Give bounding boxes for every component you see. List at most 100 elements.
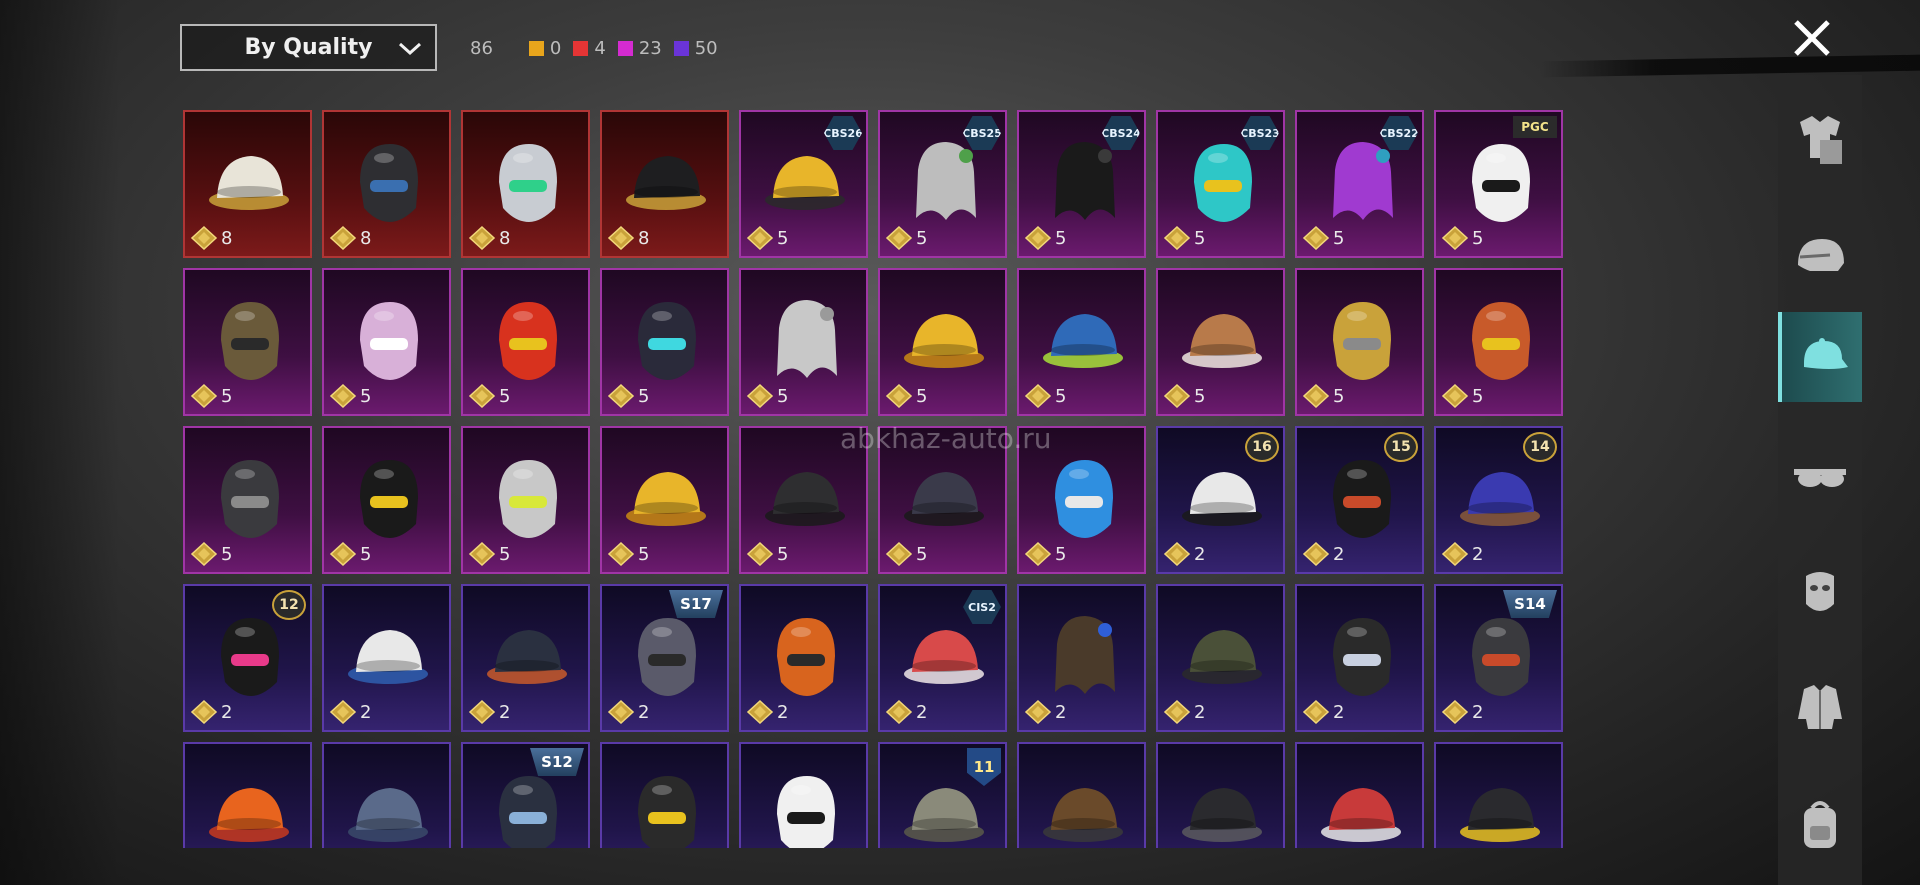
item-card[interactable]: 5 <box>322 426 451 574</box>
bicorne-hat-icon <box>626 156 706 210</box>
item-quantity: 5 <box>330 384 371 408</box>
quantity-value: 5 <box>499 385 511 407</box>
item-card[interactable]: CIS2 2 <box>878 584 1007 732</box>
coin-icon <box>1164 226 1190 250</box>
item-card[interactable]: 2 <box>1295 584 1424 732</box>
item-card[interactable]: S14 2 <box>1434 584 1563 732</box>
red-turban-icon <box>1472 302 1530 380</box>
item-card[interactable]: 11 <box>878 742 1007 848</box>
item-card[interactable] <box>739 742 868 848</box>
panda-mask-icon <box>1472 144 1530 222</box>
item-quantity: 2 <box>1025 700 1066 724</box>
item-card[interactable] <box>183 742 312 848</box>
rail-tab-cap[interactable] <box>1778 312 1862 402</box>
goggles-icon <box>1794 469 1846 487</box>
badge-text: 16 <box>1252 439 1272 455</box>
quantity-value: 8 <box>221 227 233 249</box>
item-card[interactable]: S12 <box>461 742 590 848</box>
item-card[interactable] <box>1434 742 1563 848</box>
item-card[interactable]: 16 2 <box>1156 426 1285 574</box>
item-card[interactable]: 5 <box>1017 268 1146 416</box>
item-quantity: 8 <box>469 226 510 250</box>
coin-icon <box>1442 542 1468 566</box>
rail-tab-backpack[interactable] <box>1778 779 1862 869</box>
sort-dropdown[interactable]: By Quality <box>180 24 437 71</box>
item-card[interactable]: 5 <box>878 268 1007 416</box>
item-card[interactable]: 8 <box>183 110 312 258</box>
season-badge: 16 <box>1245 432 1279 462</box>
item-card[interactable]: CBS23 5 <box>1156 110 1285 258</box>
close-icon[interactable] <box>1788 14 1836 62</box>
season-badge: S14 <box>1503 590 1557 618</box>
ski-goggles-icon <box>1333 618 1391 696</box>
item-card[interactable]: 5 <box>322 268 451 416</box>
item-quantity: 2 <box>608 700 649 724</box>
quantity-value: 5 <box>1055 543 1067 565</box>
item-card[interactable]: 2 <box>461 584 590 732</box>
quantity-value: 2 <box>1055 701 1067 723</box>
item-card[interactable]: 5 <box>183 268 312 416</box>
item-card[interactable]: 2 <box>1156 584 1285 732</box>
item-card[interactable] <box>1017 742 1146 848</box>
item-quantity: 2 <box>747 700 788 724</box>
quantity-value: 5 <box>360 543 372 565</box>
item-card[interactable]: 5 <box>1434 268 1563 416</box>
item-card[interactable]: S17 2 <box>600 584 729 732</box>
item-card[interactable] <box>322 742 451 848</box>
coin-icon <box>191 700 217 724</box>
rail-tab-outfit[interactable] <box>1778 95 1862 185</box>
item-quantity: 8 <box>608 226 649 250</box>
item-card[interactable]: CBS22 5 <box>1295 110 1424 258</box>
item-card[interactable]: 5 <box>461 426 590 574</box>
aviator-cap-icon <box>1043 788 1123 842</box>
item-card[interactable]: 5 <box>600 426 729 574</box>
item-card[interactable]: 14 2 <box>1434 426 1563 574</box>
item-card[interactable]: 5 <box>1295 268 1424 416</box>
item-card[interactable] <box>1156 742 1285 848</box>
tactical-helmet-icon <box>360 144 418 222</box>
witch-hat-icon <box>765 472 845 526</box>
item-card[interactable] <box>1295 742 1424 848</box>
knight-helmet-icon <box>499 144 557 222</box>
inventory-grid-viewport[interactable]: 8 8 8 8 CBS26 5 CBS25 5 CBS24 5 CBS23 5 CBS22 5 PGC 5 5 5… <box>183 110 1573 848</box>
coin-icon <box>886 384 912 408</box>
item-card[interactable]: 2 <box>1017 584 1146 732</box>
coin-icon <box>747 700 773 724</box>
item-card[interactable]: CBS24 5 <box>1017 110 1146 258</box>
quantity-value: 2 <box>221 701 233 723</box>
rail-tab-jacket[interactable] <box>1778 662 1862 752</box>
item-card[interactable]: 5 <box>183 426 312 574</box>
item-quantity: 5 <box>608 542 649 566</box>
item-card[interactable]: 5 <box>739 268 868 416</box>
item-card[interactable]: 2 <box>322 584 451 732</box>
brown-hair-icon <box>1055 616 1115 694</box>
coin-icon <box>1442 384 1468 408</box>
quantity-value: 5 <box>1333 385 1345 407</box>
rail-tab-mask[interactable] <box>1778 547 1862 637</box>
item-card[interactable]: 5 <box>600 268 729 416</box>
pink-quality-swatch <box>617 40 633 56</box>
quantity-value: 5 <box>916 543 928 565</box>
item-card[interactable] <box>600 742 729 848</box>
item-quantity: 2 <box>191 700 232 724</box>
item-card[interactable]: 8 <box>461 110 590 258</box>
rail-tab-goggles[interactable] <box>1778 430 1862 520</box>
item-card[interactable]: 2 <box>739 584 868 732</box>
rail-tab-helmet[interactable] <box>1778 212 1862 302</box>
item-card[interactable]: CBS26 5 <box>739 110 868 258</box>
count-orange: 0 <box>528 38 561 59</box>
item-quantity: 5 <box>1025 542 1066 566</box>
quantity-value: 2 <box>638 701 650 723</box>
frog-hat-icon <box>1043 314 1123 368</box>
item-card[interactable]: 15 2 <box>1295 426 1424 574</box>
item-card[interactable]: 5 <box>1156 268 1285 416</box>
count-pink: 23 <box>617 38 662 59</box>
item-card[interactable]: 12 2 <box>183 584 312 732</box>
item-card[interactable]: 8 <box>322 110 451 258</box>
quantity-value: 2 <box>916 701 928 723</box>
item-card[interactable]: CBS25 5 <box>878 110 1007 258</box>
ponytail-goggles-icon <box>499 460 557 538</box>
item-card[interactable]: PGC 5 <box>1434 110 1563 258</box>
item-card[interactable]: 5 <box>461 268 590 416</box>
item-card[interactable]: 8 <box>600 110 729 258</box>
